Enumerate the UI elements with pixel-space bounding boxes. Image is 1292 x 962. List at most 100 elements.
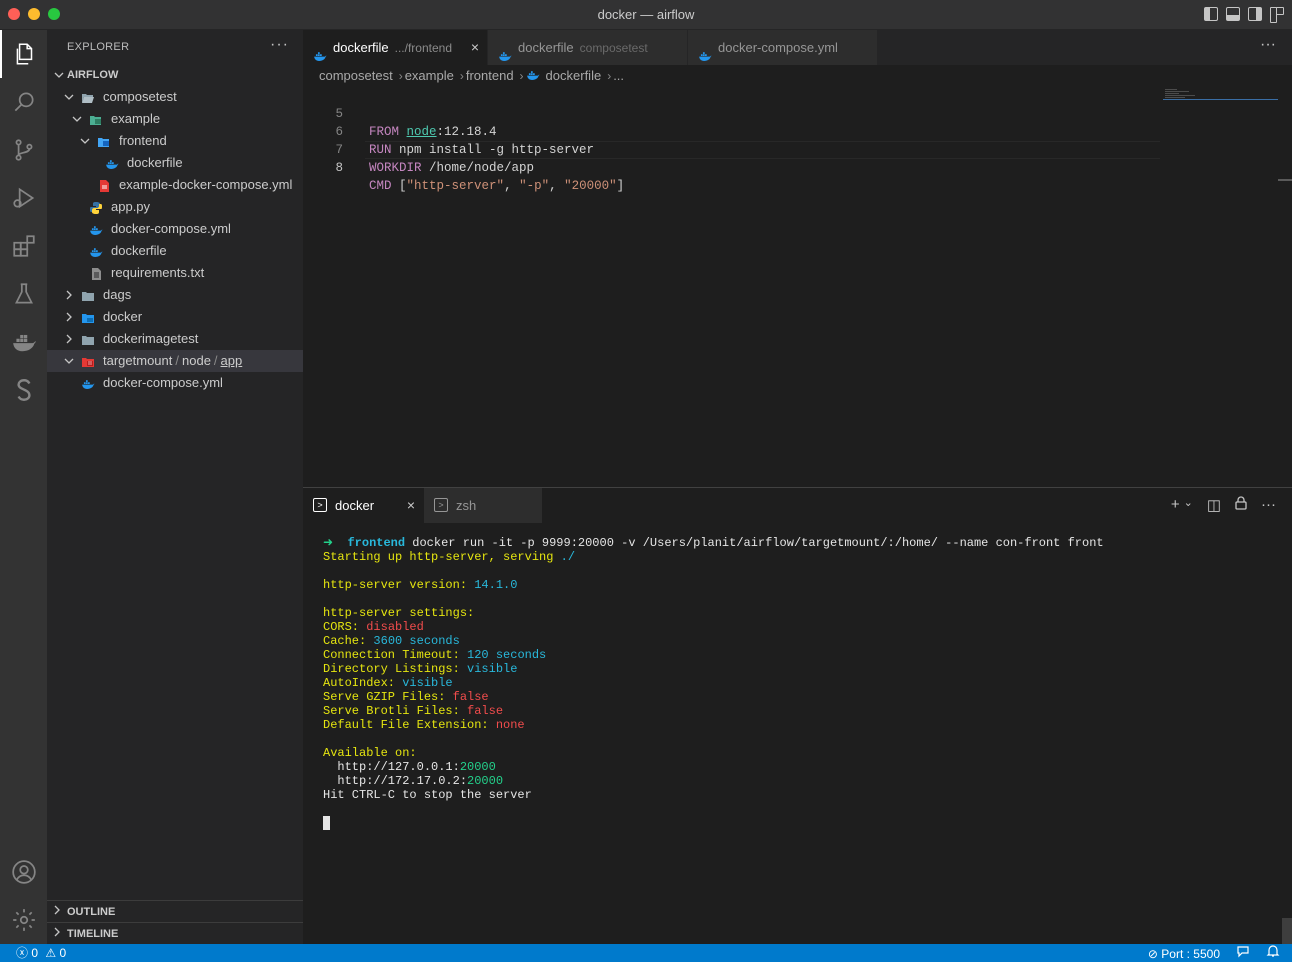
breadcrumb-item[interactable]: composetest — [319, 68, 393, 83]
new-terminal-icon[interactable]: + — [1171, 496, 1180, 514]
tab-docker-compose[interactable]: docker-compose.yml — [688, 30, 877, 65]
tree-item-targetmount-node-app[interactable]: targetmount / node / app — [47, 350, 303, 372]
tab-description: composetest — [579, 41, 648, 55]
outline-section[interactable]: OUTLINE — [47, 900, 303, 922]
toggle-primary-sidebar-icon[interactable] — [1204, 7, 1218, 21]
tree-item-dockerimagetest[interactable]: dockerimagetest — [47, 328, 303, 350]
tree-root-label: AIRFLOW — [67, 69, 119, 81]
explorer-more-actions-icon[interactable]: ··· — [270, 36, 289, 54]
folder-icon — [81, 288, 95, 302]
tab-dockerfile-frontend[interactable]: dockerfile .../frontend × — [303, 30, 487, 65]
tree-item-composetest[interactable]: composetest — [47, 86, 303, 108]
account-icon[interactable] — [0, 848, 47, 896]
docker-icon[interactable] — [0, 318, 47, 366]
s-icon[interactable] — [0, 366, 47, 414]
tree-item-dockerfile-frontend[interactable]: dockerfile — [47, 152, 303, 174]
chevron-down-icon — [63, 350, 75, 372]
code-line: 7 WORKDIR /home/node/app — [303, 123, 534, 175]
problems-indicator[interactable]: ⓧ 0 ⚠ 0 — [16, 944, 66, 962]
tree-item-app-py[interactable]: app.py — [47, 196, 303, 218]
notifications-bell-icon[interactable] — [1266, 944, 1280, 962]
close-tab-icon[interactable]: × — [471, 30, 479, 65]
terminal-tab-label: zsh — [456, 498, 477, 513]
tree-item-label: docker-compose.yml — [103, 375, 223, 390]
tree-item-requirements[interactable]: requirements.txt — [47, 262, 303, 284]
toggle-panel-icon[interactable] — [1226, 7, 1240, 21]
split-terminal-icon[interactable]: ◫ — [1207, 496, 1221, 514]
terminal-scrollbar[interactable] — [1282, 918, 1292, 944]
tree-item-label: docker — [103, 309, 143, 324]
files-icon[interactable] — [0, 30, 47, 78]
breadcrumb: composetest › example › frontend › dockerfile ›… — [303, 65, 1292, 87]
folder-open-icon — [81, 90, 95, 104]
feedback-icon[interactable] — [1236, 944, 1250, 962]
folder-docker-icon — [81, 310, 95, 324]
tree-root-airflow[interactable]: AIRFLOW — [47, 64, 303, 86]
tree-item-frontend[interactable]: frontend — [47, 130, 303, 152]
chevron-down-icon — [63, 86, 75, 108]
chevron-right-icon: › — [398, 69, 403, 83]
breadcrumb-item[interactable]: example — [405, 68, 454, 83]
extensions-icon[interactable] — [0, 222, 47, 270]
editor-scrollbar[interactable] — [1278, 179, 1292, 181]
chevron-right-icon: › — [607, 69, 612, 83]
terminal-cursor — [323, 816, 330, 830]
tree-item-label: dockerfile — [111, 243, 167, 258]
editor-more-actions-icon[interactable]: ··· — [1260, 36, 1276, 54]
tree-item-label: example — [111, 111, 161, 126]
tree-item-label: frontend — [119, 133, 167, 148]
settings-gear-icon[interactable] — [0, 896, 47, 944]
breadcrumb-item[interactable]: ... — [613, 68, 624, 83]
chevron-right-icon — [52, 901, 62, 923]
text-file-icon — [89, 266, 103, 280]
customize-layout-icon[interactable] — [1270, 7, 1284, 23]
tree-item-example[interactable]: example — [47, 108, 303, 130]
tab-dockerfile-composetest[interactable]: dockerfile composetest — [488, 30, 687, 65]
minimap[interactable] — [1163, 87, 1278, 105]
tree-item-label: dags — [103, 287, 132, 302]
source-control-icon[interactable] — [0, 126, 47, 174]
tab-terminal-zsh[interactable]: > zsh — [424, 488, 542, 523]
tree-item-label: dockerimagetest — [103, 331, 199, 346]
window-title: docker — airflow — [597, 7, 695, 22]
chevron-down-icon — [79, 130, 91, 152]
testing-icon[interactable] — [0, 270, 47, 318]
live-server-port[interactable]: ⊘ Port : 5500 — [1148, 945, 1220, 962]
chevron-down-icon[interactable]: ⌄ — [1184, 496, 1193, 514]
tree-item-dags[interactable]: dags — [47, 284, 303, 306]
terminal-output[interactable]: ➜ frontend docker run -it -p 9999:20000 … — [323, 536, 1104, 830]
minimap-slider[interactable] — [1163, 99, 1278, 100]
breadcrumb-item[interactable]: dockerfile — [546, 68, 602, 83]
tab-label: docker-compose.yml — [718, 40, 838, 55]
tree-item-docker-compose[interactable]: docker-compose.yml — [47, 218, 303, 240]
explorer-title: EXPLORER — [67, 41, 130, 53]
terminal-tab-label: docker — [335, 498, 375, 513]
tree-item-label: composetest — [103, 89, 177, 104]
tab-description: .../frontend — [394, 41, 453, 55]
terminal-more-actions-icon[interactable]: ··· — [1261, 496, 1276, 514]
breadcrumb-item[interactable]: frontend — [466, 68, 514, 83]
search-icon[interactable] — [0, 78, 47, 126]
docker-file-icon — [498, 41, 512, 61]
chevron-right-icon — [52, 923, 62, 945]
status-bar: ⓧ 0 ⚠ 0 ⊘ Port : 5500 — [0, 944, 1292, 962]
tree-item-app-docker-compose[interactable]: docker-compose.yml — [47, 372, 303, 394]
lock-icon[interactable] — [1235, 496, 1247, 514]
terminal-panel: > docker × > zsh + ⌄ ◫ ··· ➜ frontend do… — [303, 487, 1292, 944]
tree-item-label: example-docker-compose.yml — [119, 177, 293, 192]
run-debug-icon[interactable] — [0, 174, 47, 222]
file-tree: AIRFLOW composetest example frontend doc… — [47, 64, 303, 394]
tree-item-example-docker-compose[interactable]: example-docker-compose.yml — [47, 174, 303, 196]
chevron-right-icon: › — [459, 69, 464, 83]
tab-terminal-docker[interactable]: > docker × — [303, 488, 423, 523]
code-editor[interactable]: 5 FROM node:12.18.4 6 RUN npm install -g… — [303, 87, 1292, 487]
toggle-secondary-sidebar-icon[interactable] — [1248, 7, 1262, 21]
chevron-right-icon: › — [519, 69, 524, 83]
folder-app-icon — [81, 354, 95, 368]
tree-item-docker[interactable]: docker — [47, 306, 303, 328]
code-line: 8 CMD ["http-server", "-p", "20000"] — [303, 141, 624, 193]
terminal-icon: > — [434, 498, 448, 512]
timeline-section[interactable]: TIMELINE — [47, 922, 303, 944]
close-terminal-icon[interactable]: × — [407, 488, 415, 523]
tree-item-dockerfile[interactable]: dockerfile — [47, 240, 303, 262]
